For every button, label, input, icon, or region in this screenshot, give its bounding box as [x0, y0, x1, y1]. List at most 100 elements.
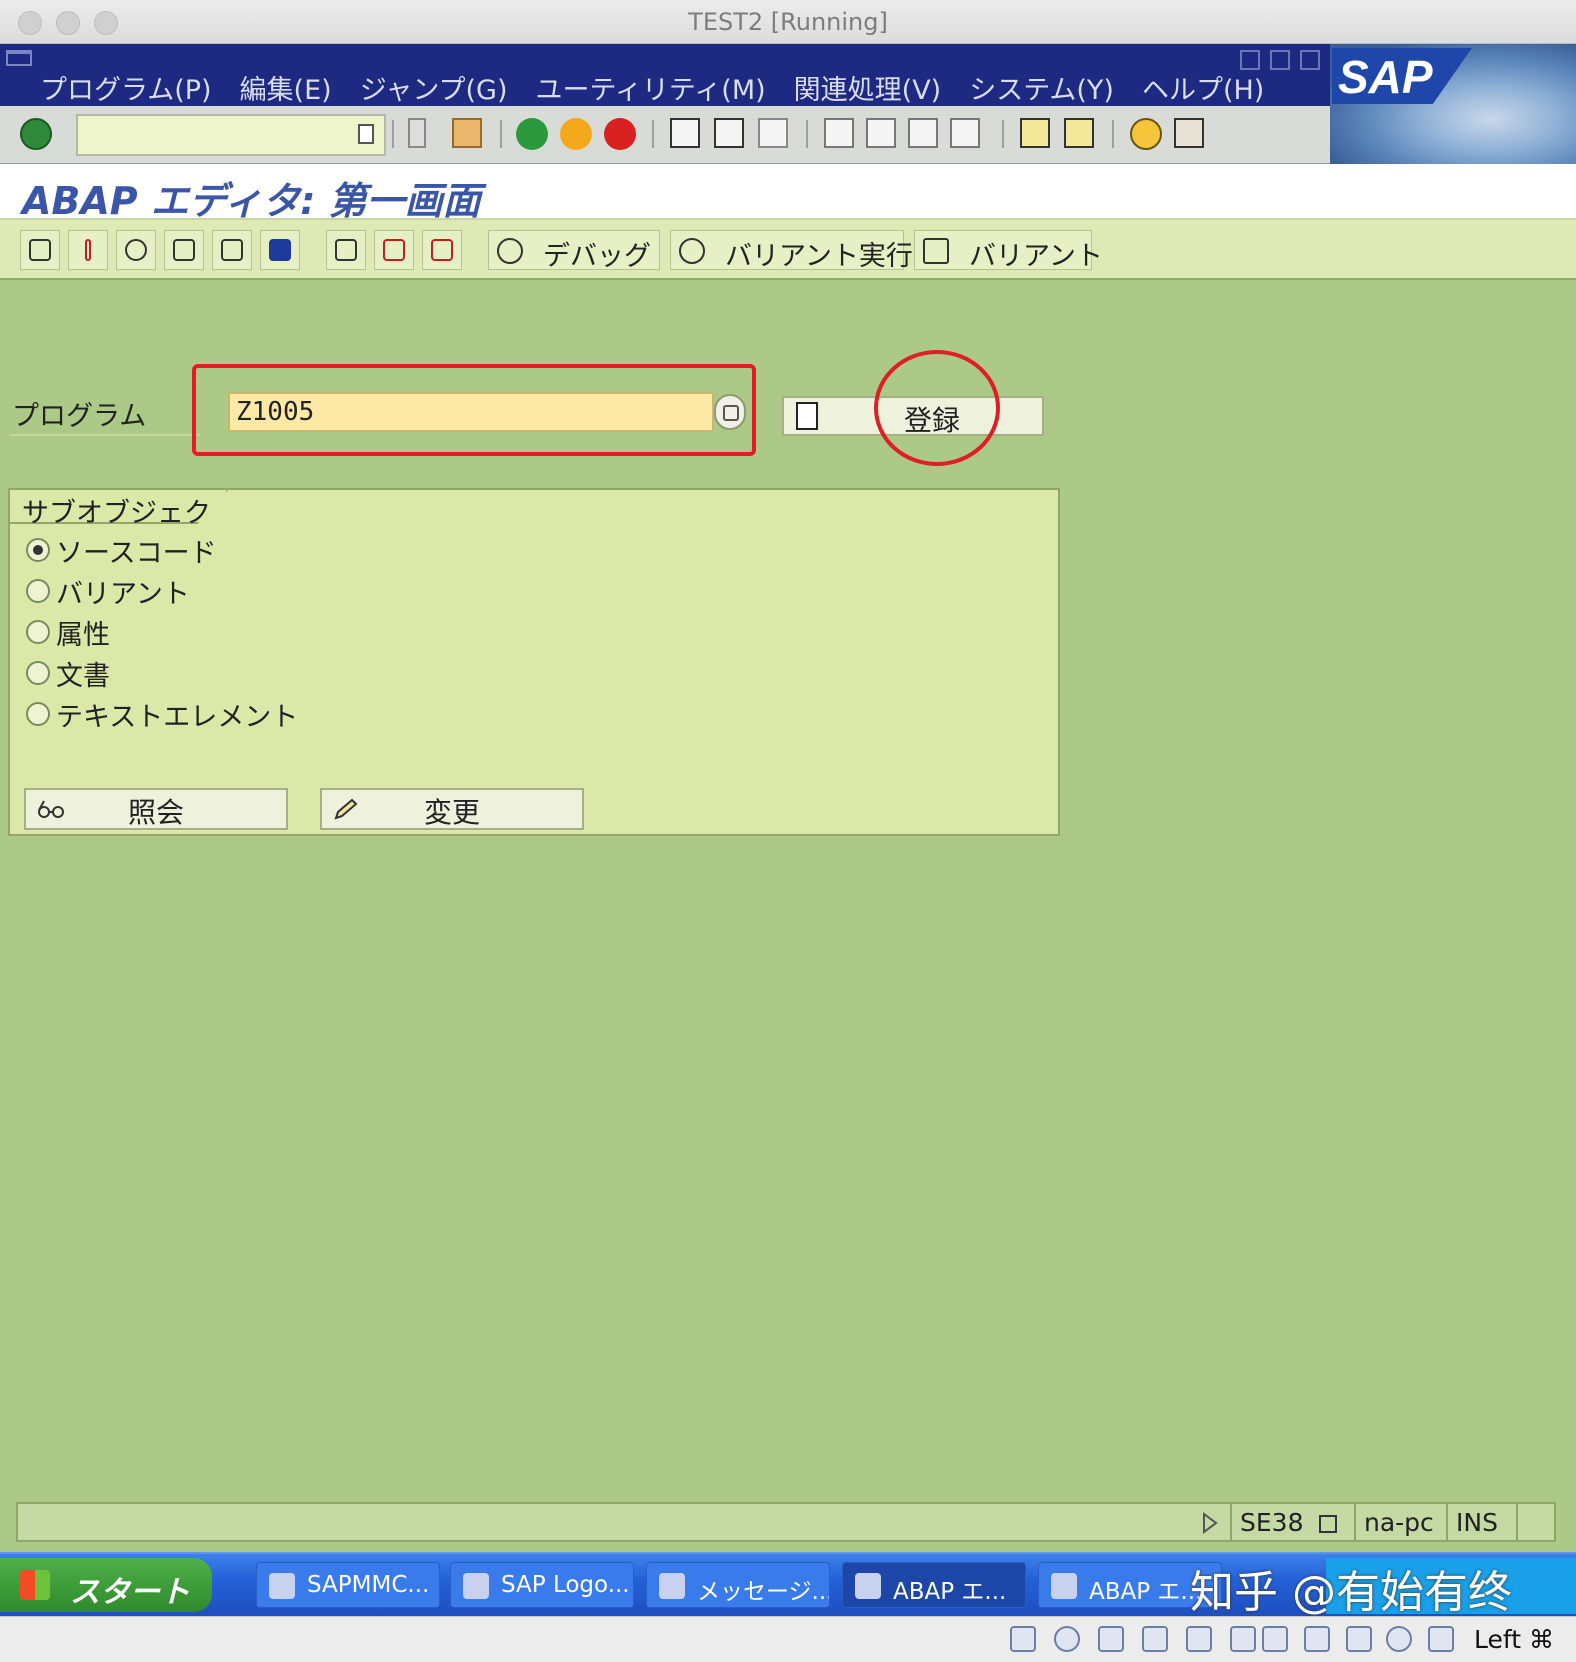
- delete-button[interactable]: [326, 230, 366, 270]
- app-icon: [659, 1573, 685, 1599]
- minimize-icon[interactable]: [1240, 50, 1260, 70]
- hard-disk-icon[interactable]: [1010, 1626, 1036, 1652]
- menu-goto[interactable]: ジャンプ(G): [360, 68, 508, 107]
- radio-label: バリアント: [56, 578, 190, 610]
- audio-icon[interactable]: [1098, 1626, 1124, 1652]
- menu-utilities[interactable]: ユーティリティ(M): [536, 68, 766, 107]
- change-button[interactable]: 変更: [320, 788, 584, 830]
- radio-text-elements[interactable]: テキストエレメント: [26, 696, 299, 733]
- toolbar-separator: [1112, 120, 1114, 148]
- radio-button[interactable]: [26, 538, 50, 562]
- sap-logo-text: SAP: [1338, 51, 1433, 103]
- find-next-icon[interactable]: [758, 118, 788, 148]
- start-button[interactable]: スタート: [0, 1558, 212, 1612]
- toolbar-separator: [806, 120, 808, 148]
- arrow-left-icon[interactable]: [408, 118, 426, 148]
- display-button[interactable]: 照会: [24, 788, 288, 830]
- find-icon[interactable]: [714, 118, 744, 148]
- variant-run-button[interactable]: バリアント実行: [670, 230, 913, 272]
- transaction-code: SE38: [1240, 1508, 1304, 1537]
- restore-icon[interactable]: [1270, 50, 1290, 70]
- menu-system[interactable]: システム(Y): [969, 68, 1114, 107]
- hierarchy-icon: [29, 239, 51, 261]
- toolbar-separator: [652, 120, 654, 148]
- display-icon[interactable]: [1262, 1626, 1288, 1652]
- status-transaction: SE38: [1230, 1504, 1354, 1540]
- task-sap-logon[interactable]: SAP Logo...: [450, 1562, 634, 1608]
- menu-edit[interactable]: 編集(E): [240, 68, 332, 107]
- task-message[interactable]: メッセージ...: [646, 1562, 830, 1608]
- task-label: SAP Logo...: [501, 1572, 630, 1598]
- capture-icon[interactable]: [1304, 1626, 1330, 1652]
- radio-attributes[interactable]: 属性: [26, 614, 110, 651]
- where-used-button[interactable]: [164, 230, 204, 270]
- help-icon[interactable]: [1130, 118, 1162, 150]
- keyboard-icon[interactable]: [1428, 1626, 1454, 1652]
- status-expand-icon[interactable]: [1202, 1512, 1218, 1534]
- layout-menu-icon[interactable]: [1174, 118, 1204, 148]
- variant-button[interactable]: バリアント: [914, 230, 1103, 272]
- close-icon[interactable]: [1300, 50, 1320, 70]
- command-field[interactable]: [76, 114, 386, 156]
- info-button[interactable]: [260, 230, 300, 270]
- cancel-icon[interactable]: [604, 118, 636, 150]
- usb-icon[interactable]: [1186, 1626, 1212, 1652]
- shortcut-icon[interactable]: [1064, 118, 1094, 148]
- print-icon[interactable]: [670, 118, 700, 148]
- shared-folder-icon[interactable]: [1230, 1626, 1256, 1652]
- toolbar-separator: [500, 120, 502, 148]
- other-object-button[interactable]: [20, 230, 60, 270]
- last-page-icon[interactable]: [950, 118, 980, 148]
- toolbar-separator: [392, 120, 394, 148]
- enter-icon[interactable]: [20, 118, 52, 150]
- rename-button[interactable]: [422, 230, 462, 270]
- previous-page-icon[interactable]: [866, 118, 896, 148]
- status-insert-mode[interactable]: INS: [1446, 1504, 1516, 1540]
- where-used-icon: [173, 239, 195, 261]
- radio-button[interactable]: [26, 702, 50, 726]
- task-sapmmc[interactable]: SAPMMC...: [256, 1562, 440, 1608]
- task-label: SAPMMC...: [307, 1572, 430, 1598]
- copy-button[interactable]: [374, 230, 414, 270]
- change-label: 変更: [423, 796, 480, 829]
- check-button[interactable]: [68, 230, 108, 270]
- mouse-integration-icon[interactable]: [1386, 1626, 1412, 1652]
- debug-clock-icon: [497, 238, 523, 264]
- task-label: ABAP エ...: [1089, 1579, 1203, 1605]
- check-syntax-icon: [85, 239, 91, 261]
- network-icon[interactable]: [1142, 1626, 1168, 1652]
- radio-label: ソースコード: [56, 537, 217, 569]
- system-menu-icon[interactable]: [6, 50, 32, 66]
- first-page-icon[interactable]: [824, 118, 854, 148]
- execute-button[interactable]: [116, 230, 156, 270]
- menu-help[interactable]: ヘルプ(H): [1142, 68, 1264, 107]
- optical-drive-icon[interactable]: [1054, 1626, 1080, 1652]
- debug-label: デバッグ: [543, 241, 651, 272]
- app-icon: [855, 1573, 881, 1599]
- back-icon[interactable]: [516, 118, 548, 150]
- radio-button[interactable]: [26, 620, 50, 644]
- exit-icon[interactable]: [560, 118, 592, 150]
- command-input[interactable]: [78, 116, 338, 152]
- command-history-icon[interactable]: [358, 124, 374, 144]
- screen-title-bar: ABAP エディタ: 第一画面: [0, 164, 1576, 223]
- radio-documentation[interactable]: 文書: [26, 655, 110, 692]
- display-object-list-button[interactable]: [212, 230, 252, 270]
- menu-program[interactable]: プログラム(P): [40, 68, 212, 107]
- radio-label: テキストエレメント: [56, 701, 299, 733]
- create-session-icon[interactable]: [1020, 118, 1050, 148]
- radio-button[interactable]: [26, 661, 50, 685]
- radio-button[interactable]: [26, 579, 50, 603]
- radio-source-code[interactable]: ソースコード: [26, 532, 217, 569]
- task-abap-editor-active[interactable]: ABAP エ...: [842, 1562, 1026, 1608]
- menu-environment[interactable]: 関連処理(V): [794, 68, 942, 107]
- cpu-icon[interactable]: [1346, 1626, 1372, 1652]
- display-label: 照会: [127, 796, 184, 829]
- save-icon[interactable]: [452, 118, 482, 148]
- system-info-icon[interactable]: [1319, 1515, 1338, 1533]
- resize-grip-icon[interactable]: [1516, 1504, 1554, 1540]
- radio-variants[interactable]: バリアント: [26, 573, 190, 610]
- next-page-icon[interactable]: [908, 118, 938, 148]
- subobjects-title: サブオブジェクト: [22, 498, 238, 529]
- debug-button[interactable]: デバッグ: [488, 230, 660, 272]
